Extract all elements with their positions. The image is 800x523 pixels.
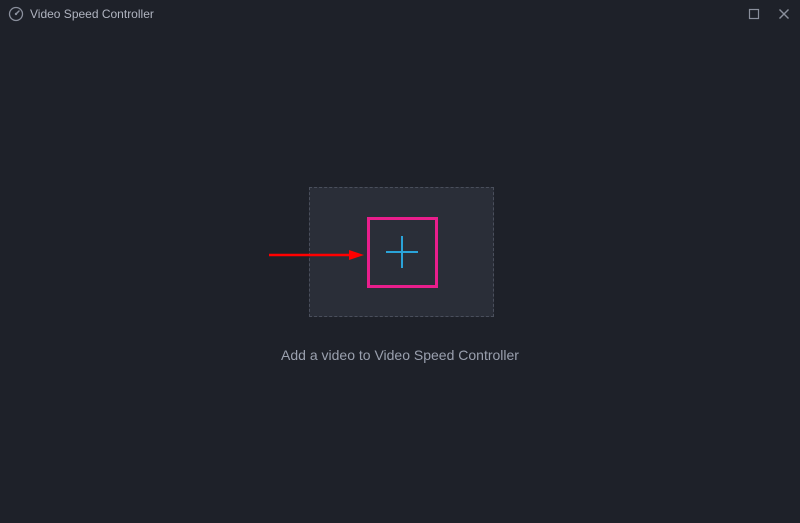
close-button[interactable] [776, 6, 792, 22]
titlebar: Video Speed Controller [0, 0, 800, 28]
app-title: Video Speed Controller [30, 7, 154, 21]
plus-icon [384, 234, 420, 270]
window-controls [746, 6, 792, 22]
hint-text: Add a video to Video Speed Controller [0, 347, 800, 363]
app-icon [8, 6, 24, 22]
add-video-dropzone[interactable] [309, 187, 494, 317]
maximize-button[interactable] [746, 6, 762, 22]
main-content: Add a video to Video Speed Controller [0, 28, 800, 523]
